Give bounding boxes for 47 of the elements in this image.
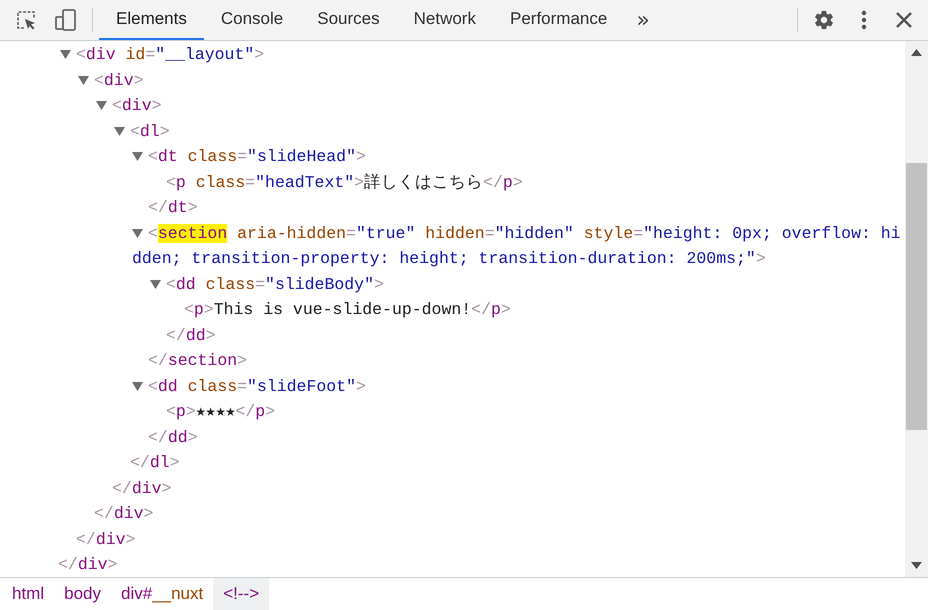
panel-tab[interactable]: Console <box>204 0 300 40</box>
dom-node-text[interactable]: </div> <box>76 526 902 552</box>
breadcrumb-item[interactable]: div#__nuxt <box>111 578 214 610</box>
cursor-in-box-icon <box>15 9 37 31</box>
dom-node-text[interactable]: </dl> <box>130 450 902 476</box>
panel-tab[interactable]: Performance <box>492 0 624 40</box>
more-tabs-button[interactable]: » <box>628 0 658 40</box>
expanded-triangle-icon[interactable] <box>78 74 89 86</box>
expanded-triangle-icon[interactable] <box>150 278 161 290</box>
dom-node-text[interactable]: <p>This is vue-slide-up-down!</p> <box>184 297 902 322</box>
dom-node-text[interactable]: <p class="headText">詳しくはこちら</p> <box>166 170 902 195</box>
dom-node-text[interactable]: </div> <box>58 552 902 577</box>
expanded-triangle-icon[interactable] <box>132 380 143 392</box>
dom-node-text[interactable]: <dt class="slideHead"> <box>132 144 902 170</box>
expanded-triangle-icon[interactable] <box>60 49 71 60</box>
breadcrumb-item[interactable]: body <box>54 578 111 610</box>
expanded-triangle-icon[interactable] <box>114 126 125 137</box>
vertical-scrollbar[interactable] <box>905 41 928 577</box>
dom-node-text[interactable]: </dd> <box>166 322 902 348</box>
scroll-up-arrow-icon[interactable] <box>911 49 922 56</box>
dom-node-text[interactable]: <div> <box>78 68 902 93</box>
scroll-down-arrow-icon[interactable] <box>911 562 922 569</box>
panel-tab[interactable]: Sources <box>300 0 397 40</box>
dom-node-text[interactable]: <div> <box>96 93 902 118</box>
breadcrumb-item[interactable]: html <box>2 578 54 610</box>
breadcrumb-item[interactable]: <!--> <box>213 578 270 610</box>
dom-node-text[interactable]: </section> <box>148 348 902 374</box>
phone-tablet-icon <box>55 8 77 32</box>
kebab-menu-icon <box>861 10 867 30</box>
settings-icon <box>813 9 835 31</box>
dom-node-text[interactable]: <dl> <box>114 118 902 144</box>
panel-tab[interactable]: Elements <box>99 0 204 40</box>
dom-node-text[interactable]: </dd> <box>148 424 902 450</box>
expanded-triangle-icon[interactable] <box>96 100 107 112</box>
scrollbar-thumb[interactable] <box>906 163 927 430</box>
expanded-triangle-icon[interactable] <box>132 228 143 239</box>
dom-node-text[interactable]: <section aria-hidden="true" hidden="hidden" style="height: 0px; overflow: hidden; transition-property: height; transition-duration: 200ms;"> <box>132 220 902 272</box>
panel-tab[interactable]: Network <box>396 0 493 40</box>
dom-node-text[interactable]: <dd class="slideBody"> <box>150 272 902 297</box>
dom-node-text[interactable]: <dd class="slideFoot"> <box>132 374 902 399</box>
expanded-triangle-icon[interactable] <box>132 151 143 162</box>
dom-node-text[interactable]: </dt> <box>148 195 902 220</box>
dom-node-text[interactable]: <p>★★★★</p> <box>166 399 902 424</box>
dom-node-text[interactable]: <div id="__layout"> <box>60 42 902 68</box>
dom-node-text[interactable]: </div> <box>112 476 902 501</box>
dom-node-text[interactable]: </div> <box>94 501 902 526</box>
close-icon <box>896 12 912 28</box>
